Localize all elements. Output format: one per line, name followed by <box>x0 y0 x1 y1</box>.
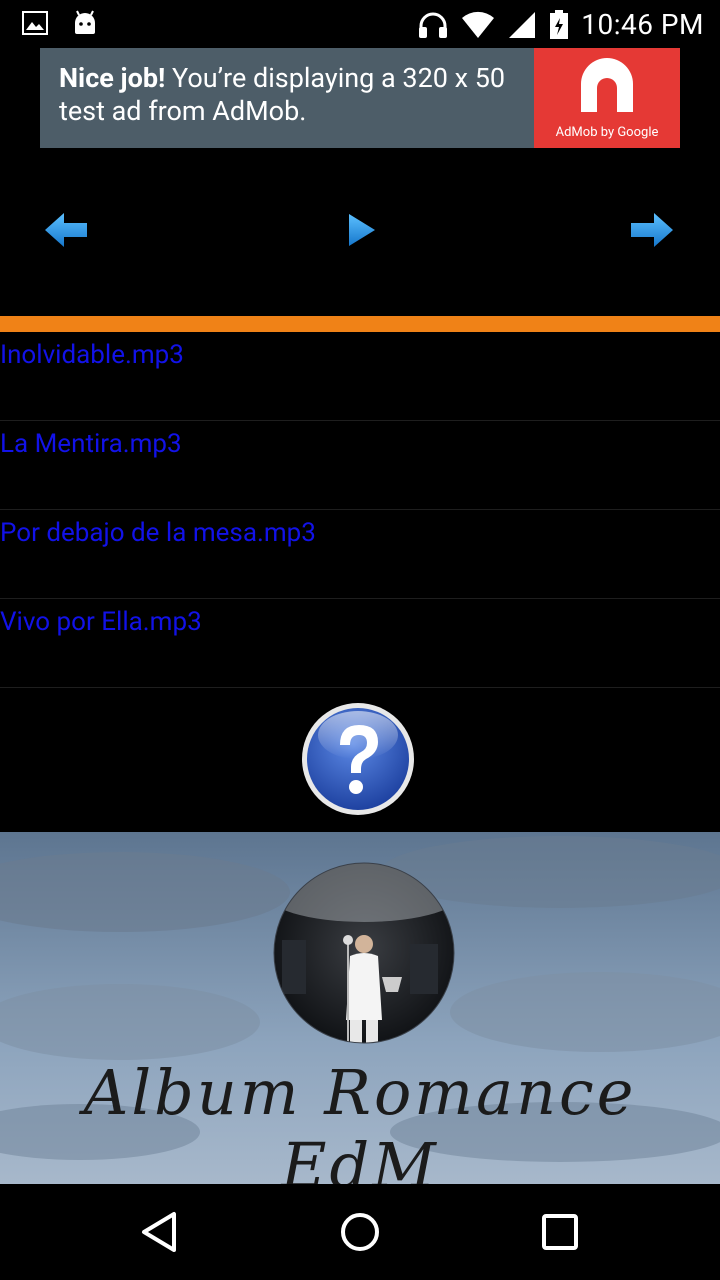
headset-icon <box>417 10 449 40</box>
ad-text: Nice job! You’re displaying a 320 x 50 t… <box>40 48 534 148</box>
question-icon <box>302 703 414 815</box>
song-item[interactable]: Vivo por Ella.mp3 <box>0 599 720 688</box>
home-button[interactable] <box>336 1208 384 1256</box>
orange-divider <box>0 316 720 332</box>
admob-brand-label: AdMob by Google <box>555 125 659 140</box>
admob-icon <box>581 58 633 112</box>
previous-button[interactable] <box>41 205 91 255</box>
ad-headline-bold: Nice job! <box>59 62 166 94</box>
play-button[interactable] <box>337 205 387 255</box>
song-title[interactable]: Vivo por Ella.mp3 <box>0 607 202 637</box>
cell-signal-icon <box>507 11 537 39</box>
help-button[interactable] <box>300 701 416 817</box>
gallery-notification-icon <box>22 11 48 35</box>
back-button[interactable] <box>136 1208 184 1256</box>
admob-logo: AdMob by Google <box>534 48 680 148</box>
recents-button[interactable] <box>536 1208 584 1256</box>
song-title[interactable]: La Mentira.mp3 <box>0 429 182 459</box>
album-title: Album Romance EdM <box>83 1056 637 1184</box>
song-list: Inolvidable.mp3 La Mentira.mp3 Por debaj… <box>0 332 720 688</box>
battery-icon <box>549 9 569 40</box>
system-nav-bar <box>0 1184 720 1280</box>
home-icon <box>341 1213 379 1251</box>
back-icon <box>142 1212 176 1252</box>
clock: 10:46 PM <box>581 8 704 41</box>
song-item[interactable]: Por debajo de la mesa.mp3 <box>0 510 720 599</box>
recents-icon <box>542 1214 578 1250</box>
song-title[interactable]: Por debajo de la mesa.mp3 <box>0 518 316 548</box>
next-icon <box>631 213 673 247</box>
album-cover: Album Romance EdM <box>0 832 720 1184</box>
ad-banner[interactable]: Nice job! You’re displaying a 320 x 50 t… <box>40 48 680 148</box>
status-bar: 10:46 PM <box>0 0 720 48</box>
song-item[interactable]: Inolvidable.mp3 <box>0 332 720 421</box>
previous-icon <box>45 213 87 247</box>
next-button[interactable] <box>627 205 677 255</box>
song-title[interactable]: Inolvidable.mp3 <box>0 340 184 370</box>
song-item[interactable]: La Mentira.mp3 <box>0 421 720 510</box>
play-icon <box>349 214 375 246</box>
android-notification-icon <box>72 10 98 36</box>
wifi-icon <box>461 11 495 39</box>
